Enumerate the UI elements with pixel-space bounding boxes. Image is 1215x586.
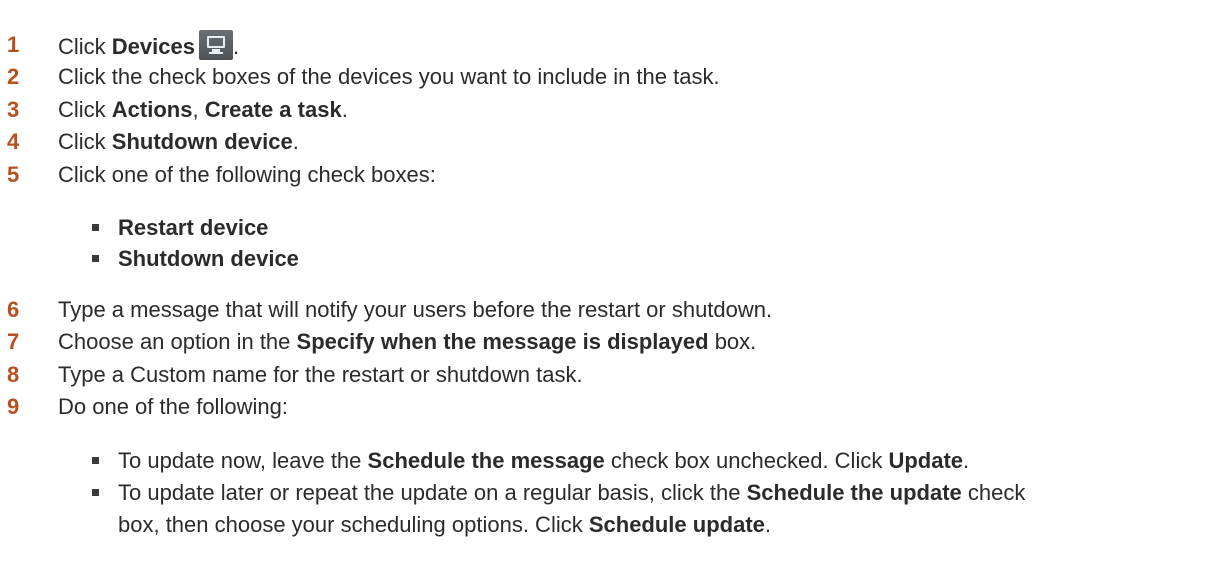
step-number: 7 xyxy=(7,329,20,354)
step-text: Type a Custom name for the restart or sh… xyxy=(58,362,583,387)
step-text: Click Actions, Create a task. xyxy=(58,97,348,122)
monitor-icon xyxy=(198,30,233,60)
step-number: 8 xyxy=(7,362,20,387)
bullet-icon xyxy=(92,224,99,231)
step-text: Choose an option in the Specify when the… xyxy=(58,329,757,354)
step-number: 6 xyxy=(7,297,20,322)
step-text: Click Devices. xyxy=(58,30,239,62)
step-text: Click Shutdown device. xyxy=(58,129,299,154)
step-text: Do one of the following: xyxy=(58,394,288,419)
bullet-icon xyxy=(92,489,99,496)
step-number: 2 xyxy=(7,64,20,89)
step-text: Click one of the following check boxes: xyxy=(58,162,436,187)
step-number: 3 xyxy=(7,97,20,122)
step-number: 1 xyxy=(7,32,20,57)
step-number: 5 xyxy=(7,162,20,187)
step-number: 4 xyxy=(7,129,20,154)
bullet-icon xyxy=(92,457,99,464)
step-number: 9 xyxy=(7,394,20,419)
step-text: Type a message that will notify your use… xyxy=(58,297,773,322)
step-text: Click the check boxes of the devices you… xyxy=(58,64,720,89)
bullet-icon xyxy=(92,255,99,262)
